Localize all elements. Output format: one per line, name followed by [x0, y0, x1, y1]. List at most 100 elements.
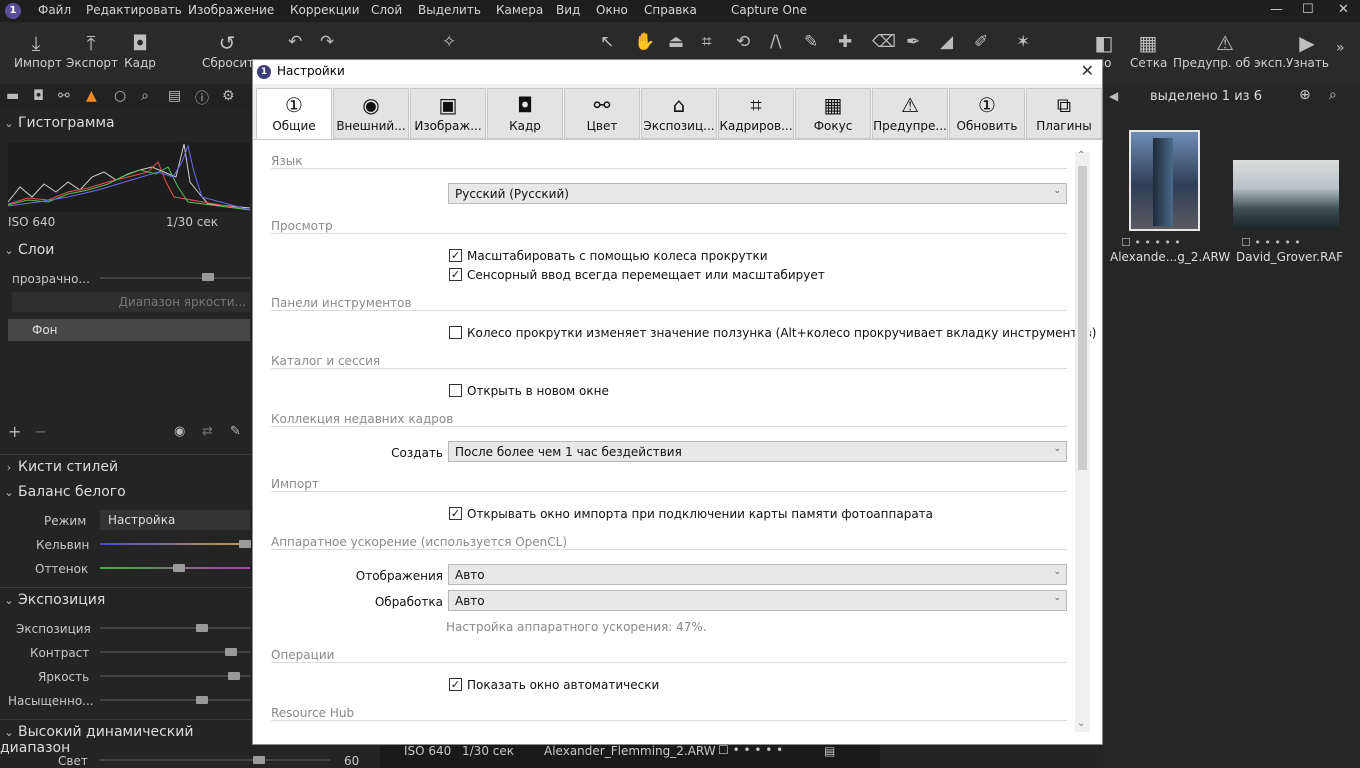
tab-exposure[interactable]: ⌂ Экспозиц...: [641, 88, 717, 139]
zoom-icon[interactable]: ⊕: [1299, 87, 1311, 103]
exposure-slider-track[interactable]: [100, 627, 250, 629]
keystone-icon[interactable]: /\: [770, 32, 781, 52]
menu-view[interactable]: Вид: [556, 3, 580, 17]
highlight-slider-track[interactable]: [100, 759, 330, 761]
chevron-left-icon[interactable]: ◀: [1109, 89, 1118, 103]
tab-crop[interactable]: ⌗ Кадриров...: [718, 88, 794, 139]
contrast-slider-knob[interactable]: [225, 648, 237, 656]
import-button[interactable]: ⤓ Импорт: [14, 30, 62, 70]
menu-window[interactable]: Окно: [596, 3, 628, 17]
thumbnail-2[interactable]: [1233, 160, 1339, 230]
brush-icon[interactable]: ✎: [230, 424, 241, 439]
settings-tab-icon[interactable]: ⚙: [222, 88, 235, 104]
grid-button[interactable]: ▦ Сетка: [1130, 30, 1167, 70]
remove-layer-icon[interactable]: −: [34, 422, 47, 441]
scroll-slider-checkbox[interactable]: [449, 326, 462, 339]
details-tab-icon[interactable]: ⌕: [141, 88, 149, 104]
exposure-tab-icon[interactable]: ▲: [86, 88, 97, 104]
brightness-slider-knob[interactable]: [228, 672, 240, 680]
display-accel-select[interactable]: Авто ⌄: [448, 564, 1067, 585]
tab-general[interactable]: ① Общие: [256, 88, 332, 140]
rating-checkbox[interactable]: ☐ • • • • •: [718, 743, 783, 757]
saturation-slider-knob[interactable]: [196, 696, 208, 704]
thumbnail-2-rating[interactable]: ☐ • • • • •: [1241, 236, 1301, 249]
opacity-slider-knob[interactable]: [202, 273, 214, 281]
add-layer-icon[interactable]: +: [8, 422, 21, 441]
export-button[interactable]: ⤒ Экспорт: [66, 30, 118, 70]
wb-mode-select[interactable]: Настройка: [100, 510, 250, 530]
touch-input-checkbox[interactable]: ✓: [449, 268, 462, 281]
eye-icon[interactable]: ◉: [174, 424, 185, 439]
create-select[interactable]: После более чем 1 час бездействия ⌄: [448, 441, 1067, 462]
luma-range-button[interactable]: Диапазон яркости...: [12, 292, 250, 312]
info-tab-icon[interactable]: ⓘ: [195, 88, 209, 108]
menu-edit[interactable]: Редактировать: [86, 3, 182, 17]
language-select[interactable]: Русский (Русский) ⌄: [448, 183, 1067, 204]
maximize-icon[interactable]: ☐: [1302, 2, 1314, 17]
redo-icon[interactable]: ↷: [320, 32, 334, 52]
open-import-checkbox[interactable]: ✓: [449, 507, 462, 520]
annotate-icon[interactable]: ✶: [1016, 32, 1030, 52]
kelvin-slider-track[interactable]: [100, 543, 250, 545]
layers-section[interactable]: ⌄ Слои: [0, 242, 252, 258]
swap-icon[interactable]: ⇄: [202, 424, 213, 439]
tint-slider-knob[interactable]: [173, 564, 185, 572]
select-cursor-icon[interactable]: ↖: [600, 32, 614, 52]
dialog-close-icon[interactable]: ✕: [1081, 61, 1094, 80]
search-icon[interactable]: ⌕: [1329, 87, 1337, 103]
adjustments-tab-icon[interactable]: ▤: [168, 88, 181, 104]
menu-help[interactable]: Справка: [644, 3, 697, 17]
learn-button[interactable]: ▶ Узнать: [1286, 30, 1329, 70]
hdr-section[interactable]: ⌄ Высокий динамический диапазон: [0, 724, 252, 756]
show-window-checkbox[interactable]: ✓: [449, 678, 462, 691]
scrollbar-thumb[interactable]: [1078, 166, 1087, 470]
scroll-up-icon[interactable]: ⌃: [1077, 150, 1085, 161]
processing-accel-select[interactable]: Авто ⌄: [448, 590, 1067, 611]
minimize-icon[interactable]: —: [1270, 2, 1283, 17]
menu-file[interactable]: Файл: [38, 3, 71, 17]
capture-button[interactable]: ◘ Кадр: [124, 30, 156, 70]
spot-removal-icon[interactable]: ✎: [804, 32, 818, 52]
exposure-warning-button[interactable]: ⚠ Предупр. об эксп.: [1173, 30, 1286, 70]
pan-hand-icon[interactable]: ✋: [634, 32, 655, 52]
thumbnail-1[interactable]: [1129, 130, 1200, 231]
capture-tab-icon[interactable]: ◘: [33, 88, 44, 104]
tab-focus[interactable]: ▦ Фокус: [795, 88, 871, 139]
more-icon[interactable]: »: [1336, 40, 1345, 56]
menu-layer[interactable]: Слой: [371, 3, 402, 17]
saturation-slider-track[interactable]: [100, 699, 250, 701]
style-brushes-section[interactable]: › Кисти стилей: [0, 459, 252, 475]
color-tab-icon[interactable]: ⚯: [58, 88, 70, 104]
close-icon[interactable]: ✕: [1338, 2, 1349, 17]
tab-appearance[interactable]: ◉ Внешний...: [333, 88, 409, 139]
tab-color[interactable]: ⚯ Цвет: [564, 88, 640, 139]
picker-icon[interactable]: ✐: [974, 32, 988, 52]
menu-camera[interactable]: Камера: [496, 3, 543, 17]
white-balance-section[interactable]: ⌄ Баланс белого: [0, 484, 252, 500]
tab-plugins[interactable]: ⧉ Плагины: [1026, 88, 1102, 139]
menu-adjustments[interactable]: Коррекции: [290, 3, 360, 17]
heal-icon[interactable]: ✚: [838, 32, 852, 52]
undo-icon[interactable]: ↶: [288, 32, 302, 52]
opacity-slider-track[interactable]: [100, 277, 250, 279]
metadata-icon[interactable]: ▤: [824, 744, 835, 758]
menu-image[interactable]: Изображение: [188, 3, 274, 17]
background-layer[interactable]: Фон: [8, 319, 250, 341]
open-new-window-checkbox[interactable]: [449, 384, 462, 397]
scroll-down-icon[interactable]: ⌄: [1077, 718, 1085, 729]
exposure-slider-knob[interactable]: [196, 624, 208, 632]
lens-tab-icon[interactable]: ○: [114, 88, 126, 104]
tab-capture[interactable]: ◘ Кадр: [487, 88, 563, 139]
eraser-icon[interactable]: ⌫: [872, 32, 896, 52]
gradient-icon[interactable]: ◢: [940, 32, 953, 52]
rotate-icon[interactable]: ⟲: [736, 32, 750, 52]
exposure-section[interactable]: ⌄ Экспозиция: [0, 592, 252, 608]
brush-icon[interactable]: ✒: [906, 32, 920, 52]
highlight-slider-knob[interactable]: [253, 756, 265, 764]
tab-image[interactable]: ▣ Изображ...: [410, 88, 486, 139]
settings-scrollbar[interactable]: ⌃ ⌄: [1075, 150, 1090, 732]
crop-icon[interactable]: ⌗: [702, 32, 712, 52]
magic-wand-icon[interactable]: ✧: [442, 32, 456, 52]
reset-button[interactable]: ↺ Сбросить: [202, 30, 261, 70]
scroll-zoom-checkbox[interactable]: ✓: [449, 249, 462, 262]
